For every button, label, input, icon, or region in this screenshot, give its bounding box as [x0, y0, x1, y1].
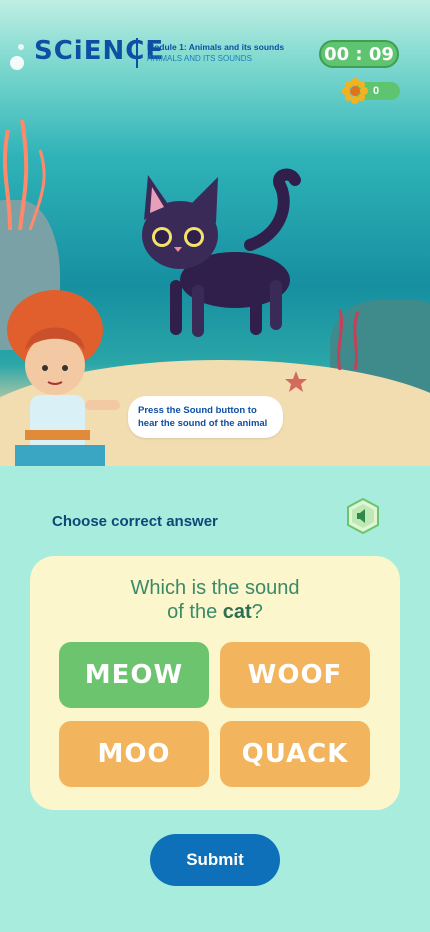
- starfish-icon: [285, 371, 307, 392]
- hint-line-1: Press the Sound button to: [138, 405, 257, 416]
- hint-line-2: hear the sound of the animal: [138, 418, 268, 429]
- option-quack[interactable]: QUACK: [220, 721, 370, 787]
- sound-button[interactable]: [346, 498, 380, 534]
- question-line-1: Which is the sound: [130, 577, 300, 599]
- cat-illustration: [142, 168, 301, 337]
- choose-answer-label: Choose correct answer: [52, 513, 218, 530]
- hint-speech-bubble: Press the Sound button to hear the sound…: [128, 396, 283, 438]
- option-meow[interactable]: MEOW: [59, 642, 209, 708]
- module-title: Module 1: Animals and its sounds: [147, 42, 285, 52]
- panel-top-right: [230, 466, 430, 496]
- submit-button[interactable]: Submit: [150, 834, 280, 886]
- question-prefix: of the: [167, 601, 223, 623]
- seaweed-decoration: [337, 309, 360, 370]
- option-woof[interactable]: WOOF: [220, 642, 370, 708]
- panel-top-left: [0, 466, 200, 496]
- flower-icon: [342, 78, 368, 104]
- coral-decoration: [2, 119, 46, 230]
- question-text: Which is the sound of the cat?: [30, 576, 400, 624]
- girl-character: [7, 290, 120, 480]
- question-line-2: of the cat?: [30, 600, 400, 624]
- timer: 00 : 09: [319, 40, 399, 68]
- bubble-decoration: [10, 56, 24, 70]
- question-suffix: ?: [251, 601, 263, 623]
- option-moo[interactable]: MOO: [59, 721, 209, 787]
- question-animal: cat: [222, 601, 252, 623]
- science-logo: SCiENCE: [34, 36, 165, 66]
- bubble-decoration: [18, 44, 24, 50]
- header-divider: [136, 38, 138, 68]
- module-subtitle: ANIMALS AND ITS SOUNDS: [147, 54, 252, 63]
